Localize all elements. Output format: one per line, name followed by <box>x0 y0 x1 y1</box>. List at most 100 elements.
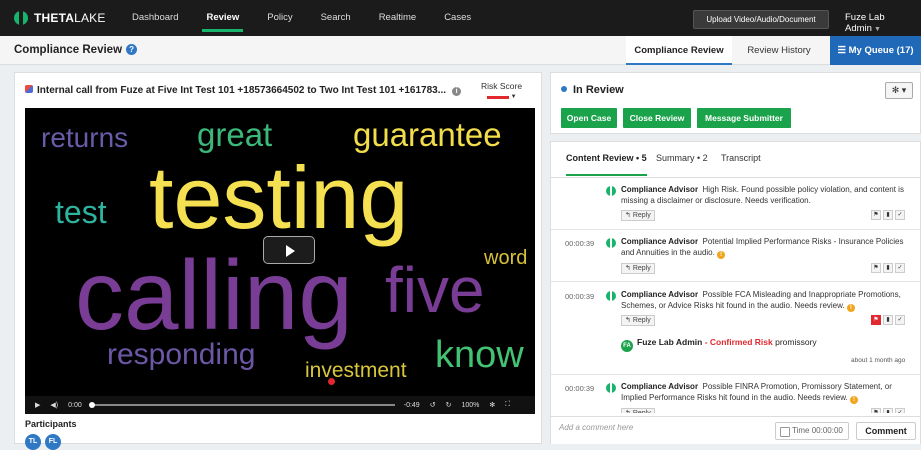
risk-marker[interactable] <box>328 378 335 385</box>
flag-icon[interactable]: ⚑ <box>871 210 881 220</box>
review-status-text: In Review <box>573 84 624 96</box>
message-submitter-button[interactable]: Message Submitter <box>697 108 791 128</box>
list-icon: ☰ <box>837 45 849 56</box>
comment-timestamp[interactable]: 00:00:39 <box>565 384 594 393</box>
reply-time-ago: about 1 month ago <box>851 357 906 364</box>
video-player[interactable]: returns great guarantee test testing cal… <box>25 108 535 414</box>
reply-button[interactable]: ↰ Reply <box>621 210 655 221</box>
open-case-button[interactable]: Open Case <box>561 108 617 128</box>
word-cloud-word: investment <box>305 359 407 382</box>
chevron-down-icon: ▼ <box>510 94 517 100</box>
player-controls: ▶ ◀) 0:00 -0:49 ↺ ↻ 100% ✻ ⛶ <box>25 396 535 414</box>
flag-icon[interactable]: ⚑ <box>871 263 881 273</box>
seek-bar[interactable] <box>89 402 395 408</box>
risk-score[interactable]: Risk Score ▼ <box>481 81 522 100</box>
logo-text-bold: THETA <box>34 11 75 25</box>
comment-tools: ⚑ ▮ ✓ <box>871 408 905 413</box>
status-dot-icon <box>561 86 567 92</box>
check-icon[interactable]: ✓ <box>895 315 905 325</box>
word-cloud-word: great <box>197 116 273 153</box>
bookmark-icon[interactable]: ▮ <box>883 315 893 325</box>
check-icon[interactable]: ✓ <box>895 263 905 273</box>
page-title: Compliance Review? <box>14 44 138 56</box>
tab-review-history[interactable]: Review History <box>732 36 826 65</box>
seek-handle[interactable] <box>89 402 95 408</box>
nav-dashboard[interactable]: Dashboard <box>118 0 192 36</box>
flag-icon[interactable]: ⚑ <box>871 408 881 413</box>
participants-label: Participants <box>25 419 77 429</box>
logo-text-light: LAKE <box>74 11 106 25</box>
nav-cases[interactable]: Cases <box>430 0 485 36</box>
comment-tools: ⚑ ▮ ✓ <box>871 263 905 273</box>
comment-input[interactable]: Add a comment here <box>559 423 633 432</box>
participant-list: TL FL <box>25 434 61 450</box>
sub-header: Compliance Review? Compliance Review Rev… <box>0 36 921 65</box>
participant-avatar[interactable]: FL <box>45 434 61 450</box>
comment-text: Compliance Advisor Possible FINRA Promot… <box>621 381 911 404</box>
rewind-icon[interactable]: ↺ <box>430 401 436 409</box>
warning-icon: ! <box>846 304 855 312</box>
tab-compliance-review[interactable]: Compliance Review <box>626 36 732 65</box>
participant-avatar[interactable]: TL <box>25 434 41 450</box>
bookmark-icon[interactable]: ▮ <box>883 408 893 413</box>
risk-score-bar: ▼ <box>481 94 522 100</box>
check-icon[interactable]: ✓ <box>895 408 905 413</box>
user-avatar: FA <box>621 340 633 352</box>
media-panel: Internal call from Fuze at Five Int Test… <box>14 72 542 450</box>
tab-transcript[interactable]: Transcript <box>721 153 761 163</box>
advisor-icon <box>606 383 616 393</box>
play-icon[interactable]: ▶ <box>35 401 40 409</box>
logo-icon <box>14 11 28 25</box>
forward-icon[interactable]: ↻ <box>446 401 452 409</box>
reply-button[interactable]: ↰ Reply <box>621 408 655 413</box>
tab-summary[interactable]: Summary • 2 <box>656 153 708 163</box>
bookmark-icon[interactable]: ▮ <box>883 210 893 220</box>
main-nav: Dashboard Review Policy Search Realtime … <box>118 0 485 36</box>
thetalake-logo[interactable]: THETALAKE <box>14 11 118 25</box>
review-status: In Review <box>561 84 624 96</box>
settings-button[interactable]: ✻ ▾ <box>885 82 913 99</box>
reply-button[interactable]: ↰ Reply <box>621 263 655 274</box>
reply-label: Reply <box>632 317 651 324</box>
my-queue-button[interactable]: ☰ My Queue (17) <box>830 36 921 65</box>
check-icon[interactable]: ✓ <box>895 210 905 220</box>
warning-icon: ! <box>850 396 859 404</box>
comment-author: Compliance Advisor <box>621 237 699 246</box>
settings-icon[interactable]: ✻ <box>489 401 495 409</box>
reply-label: Reply <box>633 410 651 413</box>
nav-realtime[interactable]: Realtime <box>365 0 431 36</box>
comment-item: Compliance Advisor High Risk. Found poss… <box>551 179 920 230</box>
gear-icon: ✻ ▾ <box>891 85 907 95</box>
comment-composer: Add a comment here Time 00:00:00 Comment <box>551 416 920 444</box>
comment-timestamp[interactable]: 00:00:39 <box>565 292 594 301</box>
call-title: Internal call from Fuze at Five Int Test… <box>25 85 462 96</box>
upload-button[interactable]: Upload Video/Audio/Document <box>693 10 829 29</box>
help-icon[interactable]: ? <box>126 44 138 55</box>
comment-button[interactable]: Comment <box>856 422 916 440</box>
flag-icon[interactable]: ⚑ <box>871 315 881 325</box>
nav-search[interactable]: Search <box>307 0 365 36</box>
tab-content-review[interactable]: Content Review • 5 <box>566 153 647 176</box>
word-cloud-word: five <box>385 254 485 326</box>
top-navbar: THETALAKE Dashboard Review Policy Search… <box>0 0 921 36</box>
time-checkbox[interactable]: Time 00:00:00 <box>775 422 849 440</box>
reply-button[interactable]: ↰ Reply <box>621 315 655 326</box>
my-queue-label: My Queue (17) <box>848 45 914 56</box>
chevron-down-icon: ▼ <box>873 26 881 33</box>
playback-speed[interactable]: 100% <box>461 402 479 409</box>
reply-label: Reply <box>632 265 651 272</box>
user-menu[interactable]: Fuze Lab Admin ▼ <box>845 12 921 34</box>
nav-review[interactable]: Review <box>192 0 253 36</box>
volume-icon[interactable]: ◀) <box>50 401 58 409</box>
bookmark-icon[interactable]: ▮ <box>883 263 893 273</box>
fullscreen-icon[interactable]: ⛶ <box>505 401 510 409</box>
play-button[interactable] <box>263 236 315 264</box>
nav-policy[interactable]: Policy <box>253 0 306 36</box>
current-time: 0:00 <box>68 401 82 409</box>
word-cloud-word: responding <box>107 338 256 371</box>
info-icon[interactable]: i <box>452 87 462 96</box>
warning-icon: ! <box>717 251 726 259</box>
comment-author: Compliance Advisor <box>621 382 699 391</box>
close-review-button[interactable]: Close Review <box>623 108 691 128</box>
comment-timestamp[interactable]: 00:00:39 <box>565 239 594 248</box>
